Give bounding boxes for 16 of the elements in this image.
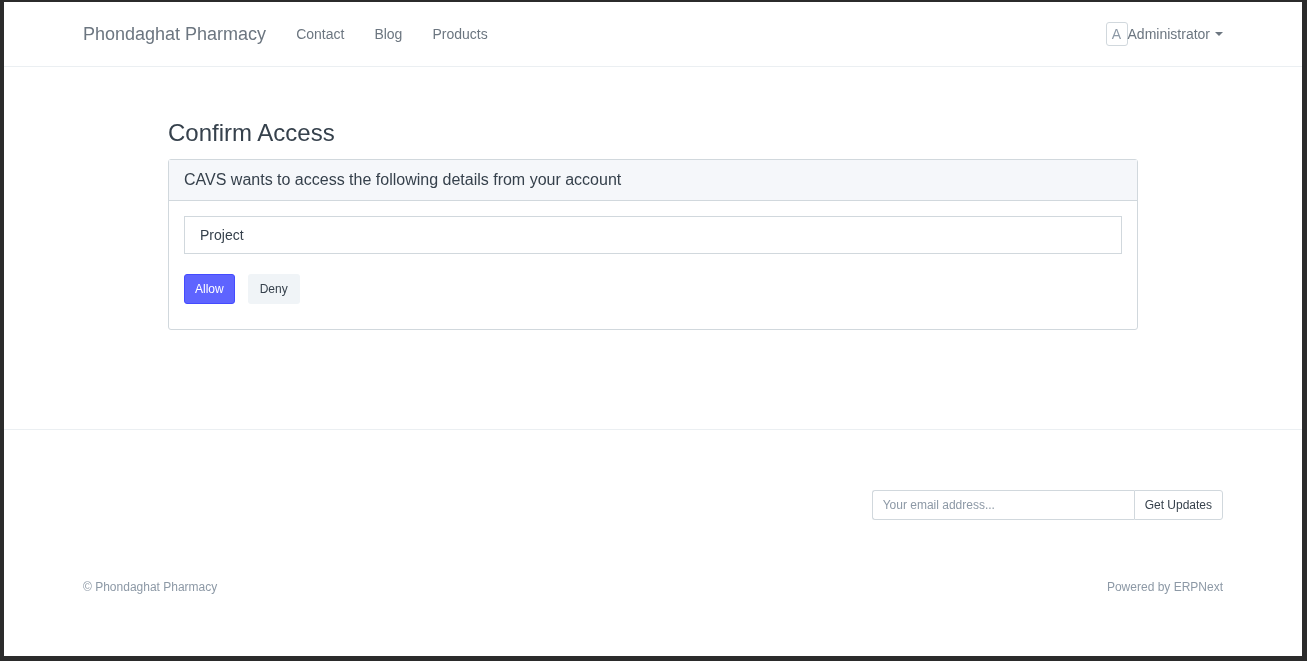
copyright-text: © Phondaghat Pharmacy (83, 580, 218, 594)
caret-icon (1215, 32, 1223, 36)
powered-by-text: Powered by ERPNext (1106, 580, 1223, 594)
get-updates-button[interactable]: Get Updates (1133, 490, 1223, 520)
page-title: Confirm Access (168, 119, 336, 147)
email-field[interactable]: Your email address... (871, 490, 1134, 520)
allow-button[interactable]: Allow (184, 274, 235, 304)
deny-button[interactable]: Deny (247, 274, 300, 304)
nav-link[interactable]: Contact (296, 26, 345, 42)
scope-item: Project (184, 216, 1122, 254)
site-brand[interactable]: Phondaghat Pharmacy (83, 23, 267, 45)
user-menu[interactable]: Administrator (1127, 26, 1223, 42)
card-header: CAVS wants to access the following details from your account (169, 160, 1137, 201)
nav-link[interactable]: Blog (374, 26, 403, 42)
nav-link[interactable]: Products (432, 26, 488, 42)
user-avatar: A (1105, 22, 1128, 46)
